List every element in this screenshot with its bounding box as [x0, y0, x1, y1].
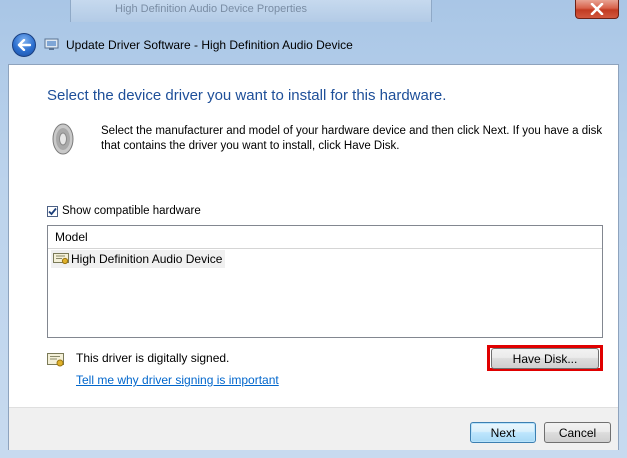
list-item[interactable]: High Definition Audio Device — [51, 250, 226, 268]
instructions-text: Select the manufacturer and model of you… — [101, 125, 603, 152]
have-disk-button[interactable]: Have Disk... — [491, 348, 599, 369]
wizard-content: Select the device driver you want to ins… — [8, 64, 619, 450]
show-compatible-checkbox[interactable] — [47, 205, 58, 217]
signing-status-text: This driver is digitally signed. — [76, 351, 230, 365]
footer-bar: Next Cancel — [9, 407, 618, 450]
certificate-icon — [47, 353, 64, 367]
speaker-icon — [52, 123, 74, 155]
driver-wizard-icon — [44, 38, 59, 50]
show-compatible-label[interactable]: Show compatible hardware — [62, 205, 201, 217]
background-window-title: High Definition Audio Device Properties — [115, 3, 307, 15]
model-column-header[interactable]: Model — [48, 226, 602, 249]
close-button[interactable] — [575, 0, 619, 19]
background-window-titlebar: High Definition Audio Device Properties — [70, 0, 432, 22]
list-item-label: High Definition Audio Device — [71, 252, 223, 266]
back-arrow-icon — [17, 39, 31, 51]
window-title: Update Driver Software - High Definition… — [66, 38, 353, 52]
driver-signing-link[interactable]: Tell me why driver signing is important — [76, 373, 279, 387]
show-compatible-row: Show compatible hardware — [47, 205, 201, 217]
checkmark-icon — [48, 207, 57, 215]
page-heading: Select the device driver you want to ins… — [47, 87, 447, 104]
model-list[interactable]: Model High Definition Audio Device — [47, 225, 603, 338]
next-button[interactable]: Next — [470, 422, 536, 443]
back-button[interactable] — [12, 33, 36, 57]
driver-certificate-icon — [53, 253, 69, 265]
window-frame: High Definition Audio Device Properties … — [0, 0, 627, 458]
cancel-button[interactable]: Cancel — [544, 422, 611, 443]
model-column-label: Model — [55, 230, 88, 244]
close-icon — [590, 3, 604, 15]
